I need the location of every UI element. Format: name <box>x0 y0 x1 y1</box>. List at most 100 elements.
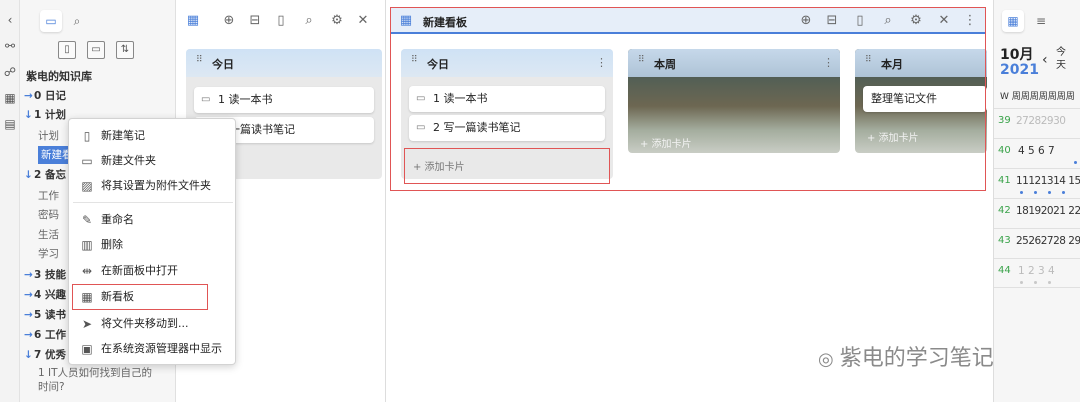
add-card-button[interactable]: + 添加卡片 <box>640 135 692 150</box>
chevron-left-icon[interactable]: ‹ <box>2 12 18 28</box>
chevron-down-icon: ↓ <box>24 169 33 181</box>
pencil-icon: ✎ <box>81 213 93 227</box>
kanban-icon[interactable]: ▦ <box>184 12 202 30</box>
search-tab-icon[interactable]: ⌕ <box>66 10 88 32</box>
menu-item-set-attachment-folder[interactable]: ▨ 将其设置为附件文件夹 <box>73 174 233 198</box>
new-folder-button[interactable]: ▭ <box>87 41 105 59</box>
note-dot <box>1020 191 1023 194</box>
menu-item-open-in-new-pane[interactable]: ⇹ 在新面板中打开 <box>73 259 233 283</box>
week-days[interactable]: 4 5 6 7 <box>1018 145 1055 157</box>
close-icon[interactable]: ✕ <box>354 12 372 30</box>
lane-today: ⠿ 今日 ⋮ ▭ 1 读一本书 ▭ 2 写一篇读书笔记 + 添加卡片 <box>401 49 613 179</box>
tree-file-study[interactable]: 学习 <box>38 245 59 263</box>
pane-title: 新建看板 <box>423 16 467 29</box>
archive-icon[interactable]: ⊟ <box>246 12 264 30</box>
menu-item-new-kanban[interactable]: ▦ 新看板 <box>72 284 208 310</box>
vault-name: 紫电的知识库 <box>26 70 92 83</box>
note-dot <box>1048 191 1051 194</box>
add-card-button[interactable]: + 添加卡片 <box>867 129 919 144</box>
search-icon[interactable]: ⌕ <box>300 12 318 30</box>
watermark-text: 紫电的学习笔记 <box>839 346 994 371</box>
tree-folder-3[interactable]: →3 技能 <box>24 266 66 284</box>
week-number: 41 <box>998 175 1011 186</box>
calendar-icon[interactable]: ▦ <box>2 90 18 106</box>
card[interactable]: ▭ 1 读一本书 <box>194 87 374 113</box>
new-note-button[interactable]: ▯ <box>58 41 76 59</box>
menu-item-label: 删除 <box>101 238 123 251</box>
document-icon[interactable]: ▯ <box>272 12 290 30</box>
add-circle-icon[interactable]: ⊕ <box>797 12 815 30</box>
week-days[interactable]: 1 2 3 4 <box>1018 265 1055 277</box>
document-icon[interactable]: ▯ <box>851 12 869 30</box>
menu-item-move-folder[interactable]: ➤ 将文件夹移动到... <box>73 312 233 336</box>
gear-icon[interactable]: ⚙ <box>907 12 925 30</box>
folder-tab-icon[interactable]: ▭ <box>40 10 62 32</box>
more-vertical-icon[interactable]: ⋮ <box>823 56 834 69</box>
drag-handle-icon[interactable]: ⠿ <box>411 56 419 69</box>
card[interactable]: 整理笔记文件 <box>863 86 987 112</box>
watermark: ◎ 紫电的学习笔记 <box>818 340 994 372</box>
week-days[interactable]: 18192021 22 <box>1016 205 1080 217</box>
tree-folder-7[interactable]: ↓7 优秀 <box>24 346 66 364</box>
calendar-tab-icon[interactable]: ▦ <box>1002 10 1024 32</box>
add-circle-icon[interactable]: ⊕ <box>220 12 238 30</box>
card-text: 整理笔记文件 <box>871 92 937 105</box>
tree-file-work[interactable]: 工作 <box>38 187 59 205</box>
gear-icon[interactable]: ⚙ <box>328 12 346 30</box>
week-days[interactable]: 11121314 15 <box>1016 175 1080 187</box>
graph-icon[interactable]: ⚯ <box>2 38 18 54</box>
list-tab-icon[interactable]: ≡ <box>1030 10 1052 32</box>
more-vertical-icon[interactable]: ⋮ <box>596 56 607 69</box>
card[interactable]: ▭ 1 读一本书 <box>409 86 605 112</box>
tree-folder-0[interactable]: →0 日记 <box>24 87 66 105</box>
tree-folder-5[interactable]: →5 读书 <box>24 306 66 324</box>
tree-folder-label: 2 备忘 <box>34 169 66 181</box>
archive-icon[interactable]: ⊟ <box>823 12 841 30</box>
new-note-icon: ▯ <box>83 129 91 143</box>
kanban-icon[interactable]: ▦ <box>397 12 415 30</box>
tree-folder-label: 5 读书 <box>34 309 66 321</box>
tree-file-life[interactable]: 生活 <box>38 226 59 244</box>
card[interactable]: ▭ 2 写一篇读书笔记 <box>409 115 605 141</box>
trash-icon: ▥ <box>81 238 93 252</box>
chevron-left-icon[interactable]: ‹ <box>1042 52 1048 68</box>
chevron-right-icon: → <box>24 269 33 281</box>
note-dot <box>1034 281 1037 284</box>
week-number: 42 <box>998 205 1011 216</box>
tree-folder-2[interactable]: ↓2 备忘 <box>24 166 66 184</box>
menu-separator <box>73 202 233 203</box>
menu-item-label: 重命名 <box>101 213 134 226</box>
tree-folder-6[interactable]: →6 工作 <box>24 326 66 344</box>
drag-handle-icon[interactable]: ⠿ <box>638 56 646 69</box>
menu-item-new-folder[interactable]: ▭ 新建文件夹 <box>73 149 233 173</box>
card-text: 1 读一本书 <box>218 93 273 106</box>
week-days[interactable]: 25262728 29 <box>1016 235 1080 247</box>
calendar-week-row: 42 18192021 22 <box>994 198 1080 228</box>
tree-file-plan[interactable]: 计划 <box>38 127 59 145</box>
sort-button[interactable]: ⇅ <box>116 41 134 59</box>
tree-folder-1[interactable]: ↓1 计划 <box>24 106 66 124</box>
drag-handle-icon[interactable]: ⠿ <box>865 56 873 69</box>
search-icon[interactable]: ⌕ <box>879 12 897 30</box>
tree-file-password[interactable]: 密码 <box>38 206 59 224</box>
calendar-month: 10月 <box>1000 47 1034 63</box>
drag-handle-icon[interactable]: ⠿ <box>196 56 204 69</box>
network-icon[interactable]: ☍ <box>2 64 18 80</box>
week-days[interactable]: 27282930 <box>1016 115 1066 127</box>
lane-title: 本月 <box>881 58 903 71</box>
today-button[interactable]: 今天 <box>1056 46 1070 72</box>
note-dot <box>1020 281 1023 284</box>
note-dot <box>1074 161 1077 164</box>
cards-icon[interactable]: ▤ <box>2 116 18 132</box>
add-card-button[interactable]: + 添加卡片 <box>413 158 465 173</box>
menu-item-rename[interactable]: ✎ 重命名 <box>73 208 233 232</box>
menu-item-delete[interactable]: ▥ 删除 <box>73 233 233 257</box>
more-vertical-icon[interactable]: ⋮ <box>961 12 979 30</box>
chevron-right-icon: → <box>24 289 33 301</box>
calendar-pane: ▦ ≡ 10月 2021 ‹ 今天 W 周周周周周周周 39 27282930 … <box>993 0 1080 402</box>
menu-item-label: 在新面板中打开 <box>101 264 178 277</box>
menu-item-reveal-in-explorer[interactable]: ▣ 在系统资源管理器中显示 <box>73 337 233 361</box>
menu-item-new-note[interactable]: ▯ 新建笔记 <box>73 124 233 148</box>
close-icon[interactable]: ✕ <box>935 12 953 30</box>
tree-folder-4[interactable]: →4 兴趣 <box>24 286 66 304</box>
